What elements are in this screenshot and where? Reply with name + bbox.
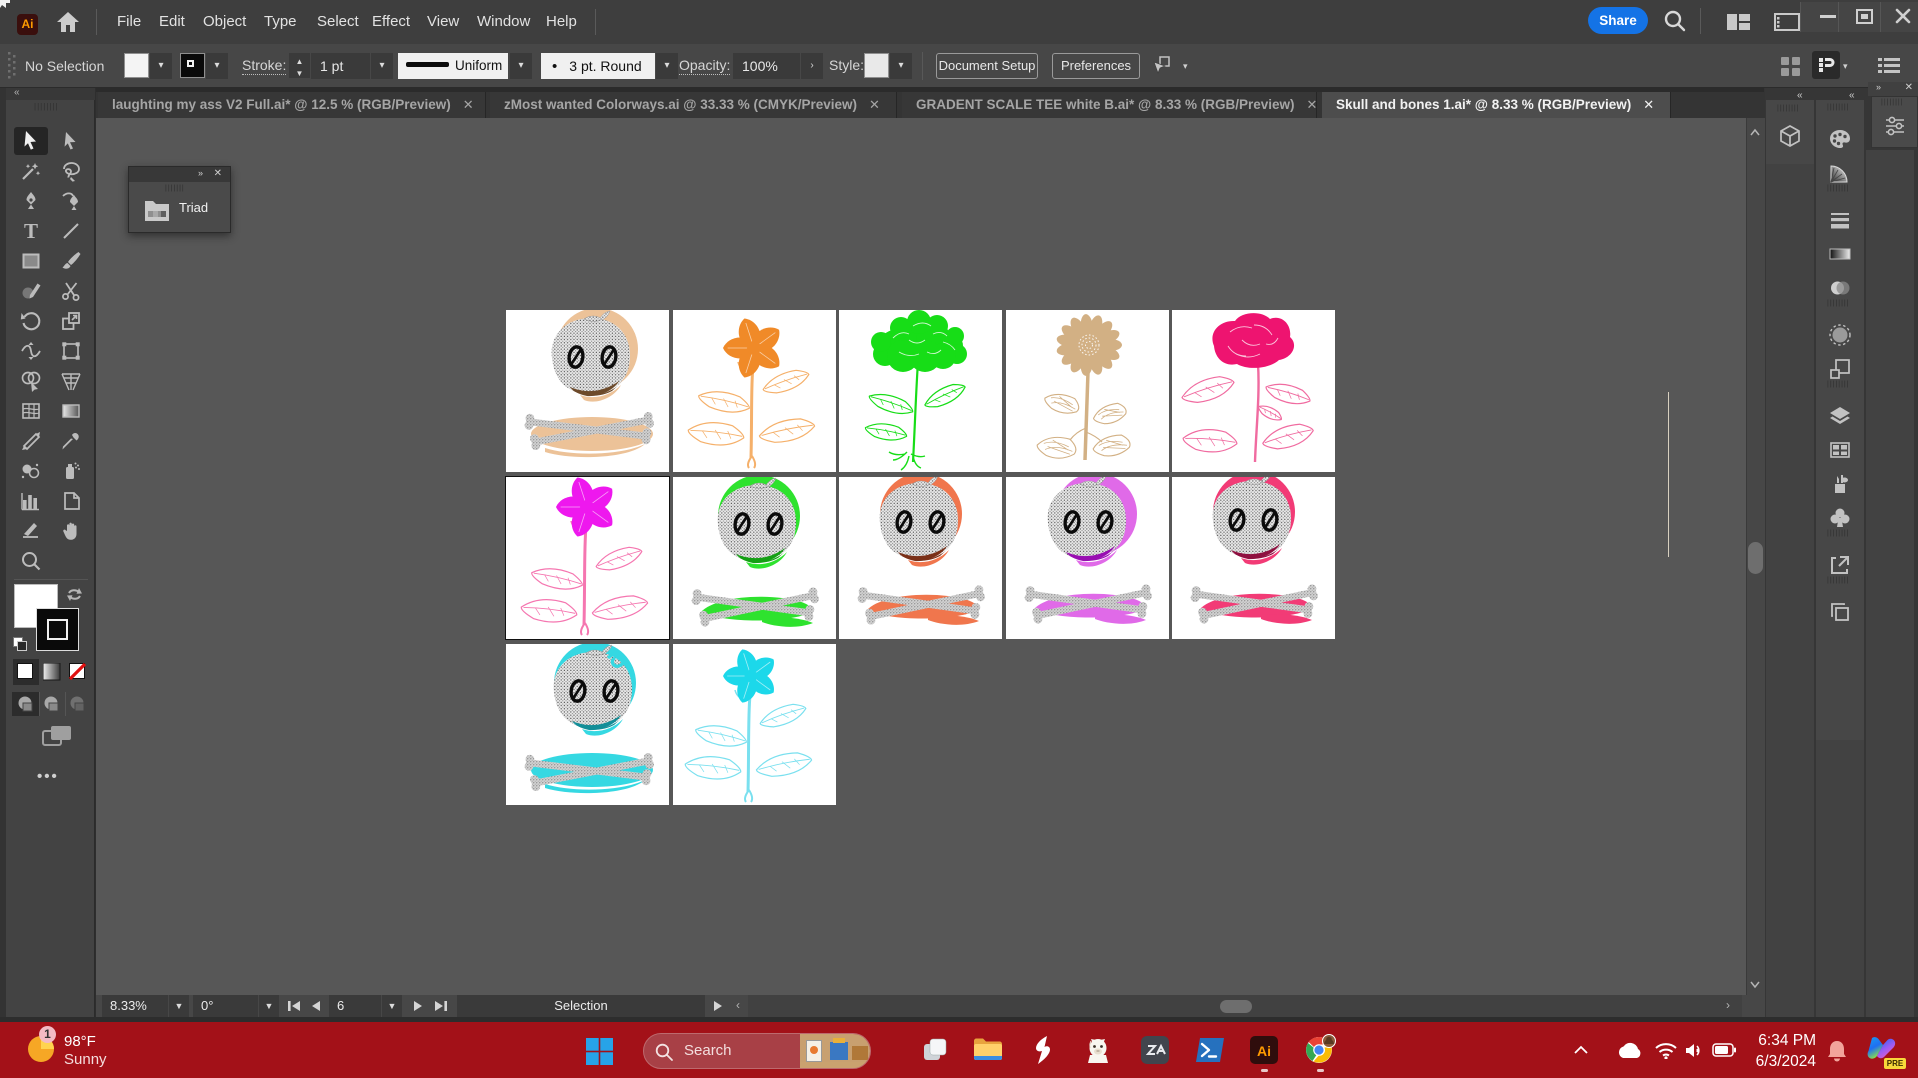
svg-text:T: T [24, 220, 38, 242]
svg-text:Ai: Ai [1257, 1043, 1271, 1059]
